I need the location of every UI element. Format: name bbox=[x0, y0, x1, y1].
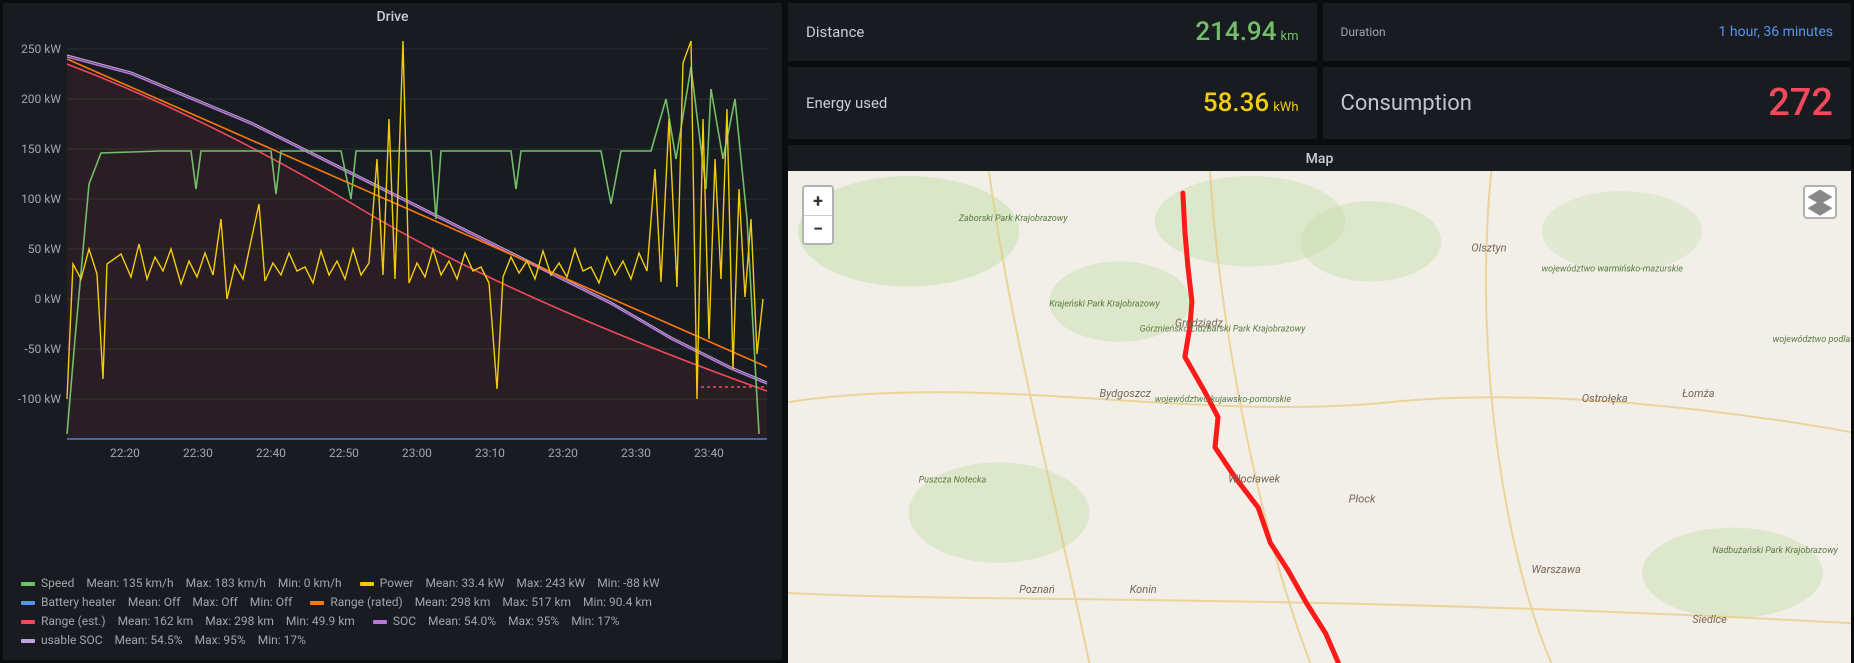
svg-text:23:10: 23:10 bbox=[475, 446, 505, 460]
svg-text:22:30: 22:30 bbox=[183, 446, 213, 460]
distance-value: 214.94km bbox=[1195, 17, 1298, 47]
zoom-out-button[interactable]: − bbox=[804, 215, 832, 243]
soc-swatch bbox=[373, 620, 387, 624]
svg-text:50 kW: 50 kW bbox=[28, 242, 62, 256]
svg-text:Krajeński Park Krajobrazowy: Krajeński Park Krajobrazowy bbox=[1049, 300, 1160, 310]
drive-panel-title: Drive bbox=[3, 3, 782, 29]
map-title: Map bbox=[788, 145, 1851, 171]
energy-label: Energy used bbox=[806, 94, 887, 112]
map-city-label: Warszawa bbox=[1531, 563, 1581, 576]
svg-text:Zaborski Park Krajobrazowy: Zaborski Park Krajobrazowy bbox=[958, 214, 1069, 224]
svg-text:województwo podlaskie: województwo podlaskie bbox=[1773, 335, 1851, 345]
legend-item[interactable]: Range (rated) Mean: 298 km Max: 517 km M… bbox=[310, 593, 652, 612]
map-layers-button[interactable] bbox=[1803, 185, 1837, 219]
distance-label: Distance bbox=[806, 23, 864, 41]
energy-value: 58.36kWh bbox=[1203, 88, 1299, 118]
svg-text:23:40: 23:40 bbox=[694, 446, 724, 460]
drive-chart-panel[interactable]: Drive 250 kW 200 kW bbox=[3, 3, 782, 660]
svg-text:-50 kW: -50 kW bbox=[24, 342, 61, 356]
legend-item[interactable]: SOC Mean: 54.0% Max: 95% Min: 17% bbox=[373, 612, 620, 631]
duration-label: Duration bbox=[1341, 25, 1386, 39]
svg-text:100 kW: 100 kW bbox=[21, 192, 61, 206]
map-city-label: Ostrołęka bbox=[1582, 392, 1628, 405]
map-canvas[interactable]: Bydgoszcz Poznań Włocławek Płock Warszaw… bbox=[788, 171, 1851, 663]
power-swatch bbox=[360, 582, 374, 586]
map-city-label: Konin bbox=[1130, 583, 1157, 596]
map-city-label: Siedlce bbox=[1692, 613, 1727, 626]
speed-swatch bbox=[21, 582, 35, 586]
map-city-label: Bydgoszcz bbox=[1099, 387, 1151, 400]
svg-text:200 kW: 200 kW bbox=[21, 92, 61, 106]
map-city-label: Łomża bbox=[1682, 387, 1715, 400]
map-zoom-control: + − bbox=[802, 185, 834, 245]
svg-text:Górznieńsko-Lidzbarski Park Kr: Górznieńsko-Lidzbarski Park Krajobrazowy bbox=[1140, 325, 1307, 335]
map-city-label: Poznań bbox=[1019, 583, 1055, 596]
svg-text:Nadbużański Park Krajobrazowy: Nadbużański Park Krajobrazowy bbox=[1712, 546, 1838, 556]
layers-icon bbox=[1805, 187, 1835, 217]
map-city-label: Płock bbox=[1349, 493, 1376, 506]
legend-item[interactable]: Range (est.) Mean: 162 km Max: 298 km Mi… bbox=[21, 612, 355, 631]
map-panel[interactable]: Map bbox=[788, 145, 1851, 663]
svg-text:22:50: 22:50 bbox=[329, 446, 359, 460]
svg-text:województwo kujawsko-pomorskie: województwo kujawsko-pomorskie bbox=[1155, 395, 1292, 405]
svg-text:23:20: 23:20 bbox=[548, 446, 578, 460]
duration-panel[interactable]: Duration 1 hour, 36 minutes bbox=[1323, 3, 1852, 61]
svg-text:województwo warmińsko-mazurski: województwo warmińsko-mazurskie bbox=[1542, 264, 1684, 274]
legend-item[interactable]: Speed Mean: 135 km/h Max: 183 km/h Min: … bbox=[21, 574, 342, 593]
drive-legend: Speed Mean: 135 km/h Max: 183 km/h Min: … bbox=[3, 568, 782, 660]
legend-item[interactable]: usable SOC Mean: 54.5% Max: 95% Min: 17% bbox=[21, 631, 306, 650]
zoom-in-button[interactable]: + bbox=[804, 187, 832, 215]
map-city-label: Włocławek bbox=[1228, 472, 1281, 485]
svg-text:23:00: 23:00 bbox=[402, 446, 432, 460]
consumption-panel[interactable]: Consumption 272 bbox=[1323, 67, 1852, 139]
svg-text:-100 kW: -100 kW bbox=[18, 392, 62, 406]
svg-text:23:30: 23:30 bbox=[621, 446, 651, 460]
range-rated-swatch bbox=[310, 601, 324, 605]
duration-value: 1 hour, 36 minutes bbox=[1719, 24, 1833, 40]
svg-text:22:40: 22:40 bbox=[256, 446, 286, 460]
consumption-value: 272 bbox=[1768, 81, 1833, 125]
svg-text:150 kW: 150 kW bbox=[21, 142, 61, 156]
map-city-label: Olsztyn bbox=[1471, 241, 1506, 254]
energy-panel[interactable]: Energy used 58.36kWh bbox=[788, 67, 1317, 139]
distance-panel[interactable]: Distance 214.94km bbox=[788, 3, 1317, 61]
svg-text:0 kW: 0 kW bbox=[35, 292, 62, 306]
drive-chart-area[interactable]: 250 kW 200 kW 150 kW 100 kW 50 kW 0 kW -… bbox=[11, 39, 774, 564]
range-est-swatch bbox=[21, 620, 35, 624]
svg-text:Puszcza Notecka: Puszcza Notecka bbox=[919, 475, 987, 485]
legend-item[interactable]: Battery heater Mean: Off Max: Off Min: O… bbox=[21, 593, 292, 612]
consumption-label: Consumption bbox=[1341, 91, 1472, 116]
svg-text:22:20: 22:20 bbox=[110, 446, 140, 460]
usable-soc-swatch bbox=[21, 639, 35, 643]
svg-text:250 kW: 250 kW bbox=[21, 42, 61, 56]
heater-swatch bbox=[21, 601, 35, 605]
legend-item[interactable]: Power Mean: 33.4 kW Max: 243 kW Min: -88… bbox=[360, 574, 660, 593]
